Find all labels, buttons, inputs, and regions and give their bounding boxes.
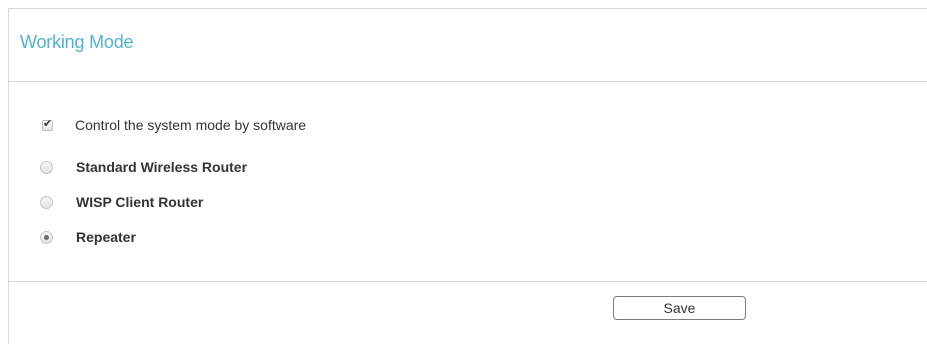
- repeater-label: Repeater: [76, 229, 136, 245]
- software-control-option[interactable]: ✔ Control the system mode by software: [40, 115, 306, 135]
- standard-wireless-router-radio[interactable]: [40, 160, 53, 174]
- software-control-label: Control the system mode by software: [75, 117, 307, 133]
- mode-option-repeater[interactable]: Repeater: [40, 227, 136, 247]
- wisp-client-router-radio[interactable]: [40, 195, 53, 209]
- footer-divider: [9, 281, 927, 282]
- title-divider: [9, 81, 927, 82]
- working-mode-panel: Working Mode ✔ Control the system mode b…: [8, 8, 927, 344]
- standard-wireless-router-label: Standard Wireless Router: [76, 159, 248, 175]
- software-control-checkbox[interactable]: ✔: [42, 116, 53, 131]
- wisp-client-router-label: WISP Client Router: [76, 194, 204, 210]
- panel-title: Working Mode: [20, 32, 134, 52]
- checkmark-icon: ✔: [43, 116, 53, 130]
- repeater-radio[interactable]: [40, 230, 53, 244]
- mode-option-wisp-client-router[interactable]: WISP Client Router: [40, 192, 203, 212]
- save-button[interactable]: Save: [613, 296, 746, 320]
- mode-option-standard-wireless-router[interactable]: Standard Wireless Router: [40, 157, 247, 177]
